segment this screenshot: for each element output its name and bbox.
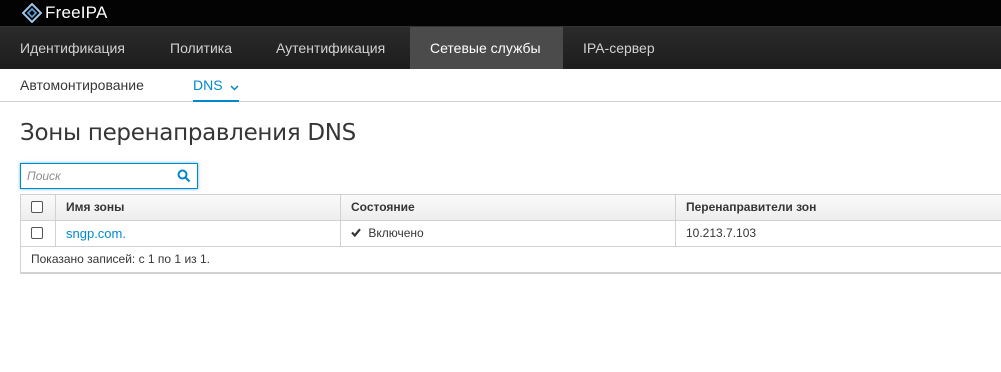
zone-name-link[interactable]: sngp.com. [66,226,126,241]
table-footer-summary: Показано записей: с 1 по 1 из 1. [21,247,1001,273]
page-title: Зоны перенаправления DNS [20,120,356,146]
column-header-forwarders[interactable]: Перенаправители зон [675,195,1001,220]
nav-item-ipa-server[interactable]: IPA-сервер [563,27,675,70]
subnav-item-dns[interactable]: DNS [193,69,240,102]
brand-name: FreeIPA [45,3,108,22]
column-header-state[interactable]: Состояние [340,195,675,220]
state-cell: Включено [340,221,675,246]
state-text: Включено [368,226,424,240]
forwarders-cell: 10.213.7.103 [675,221,1001,246]
table-header-row: Имя зоны Состояние Перенаправители зон [21,195,1001,221]
row-checkbox[interactable] [31,227,43,239]
table-row: sngp.com. Включено 10.213.7.103 [21,221,1001,247]
nav-item-identity[interactable]: Идентификация [0,27,145,70]
search-box [20,163,198,189]
brand[interactable]: FreeIPA [22,2,108,24]
zone-name-cell: sngp.com. [55,221,340,246]
column-header-zone-name[interactable]: Имя зоны [55,195,340,220]
forward-zones-table: Имя зоны Состояние Перенаправители зон s… [20,194,1001,274]
sub-navigation: Автомонтирование DNS [0,69,1001,102]
select-all-cell [21,195,55,220]
row-select-cell [21,221,55,246]
search-icon[interactable] [177,169,191,183]
freeipa-logo-icon [22,3,42,23]
top-bar: FreeIPA [0,0,1001,26]
subnav-item-automount[interactable]: Автомонтирование [20,69,144,101]
main-navigation: Идентификация Политика Аутентификация Се… [0,26,1001,70]
nav-item-authentication[interactable]: Аутентификация [256,27,405,70]
chevron-down-icon [230,70,239,102]
select-all-checkbox[interactable] [31,201,43,213]
check-icon [351,226,364,240]
subnav-item-dns-label: DNS [193,77,223,93]
nav-item-policy[interactable]: Политика [150,27,252,70]
nav-item-network-services[interactable]: Сетевые службы [410,27,563,70]
search-input[interactable] [27,167,172,185]
